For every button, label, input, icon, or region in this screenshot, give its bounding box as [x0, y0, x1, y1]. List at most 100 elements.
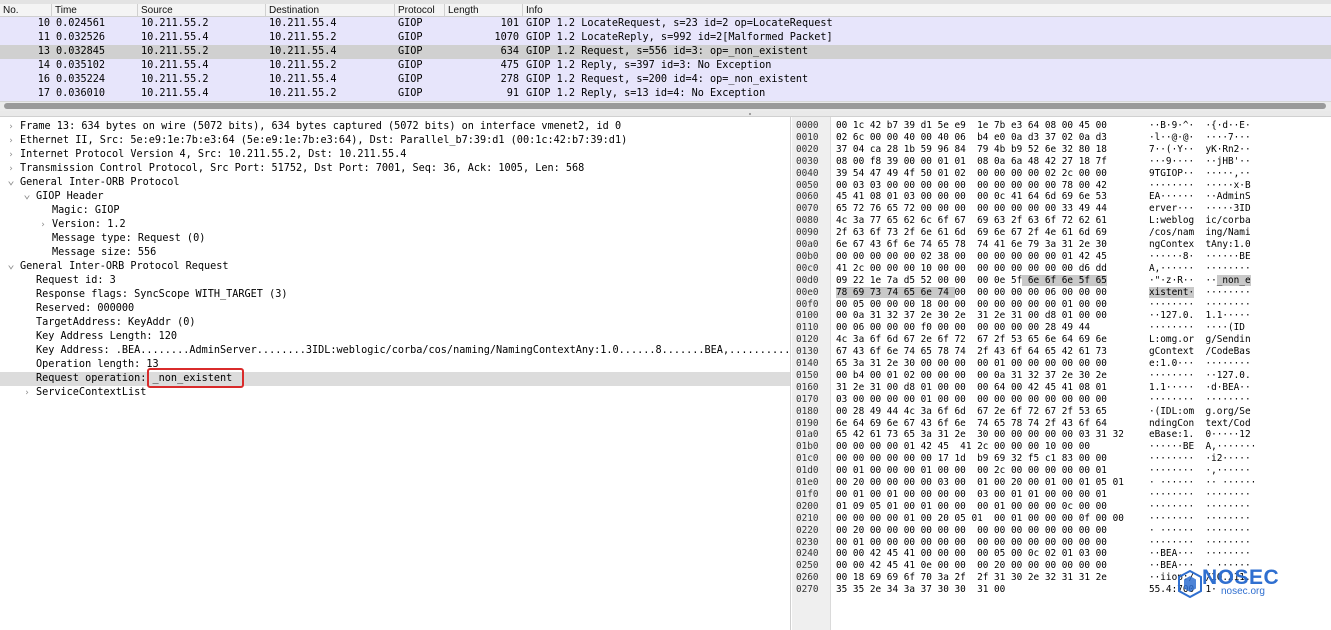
detail-text: Magic: GIOP — [52, 205, 120, 216]
hex-row[interactable]: 00b0 00 00 00 00 00 02 38 00 00 00 00 00 … — [792, 251, 1331, 263]
hex-row[interactable]: 00c0 41 2c 00 00 00 10 00 00 00 00 00 00 … — [792, 263, 1331, 275]
column-header-protocol[interactable]: Protocol — [395, 4, 445, 17]
column-header-time[interactable]: Time — [52, 4, 138, 17]
hex-bytes: 37 04 ca 28 1b 59 96 84 79 4b b9 52 6e 3… — [836, 143, 1107, 155]
detail-row[interactable]: › Transmission Control Protocol, Src Port… — [0, 162, 790, 176]
expanded-chevron-icon[interactable]: ⌄ — [22, 190, 32, 204]
hex-row[interactable]: 0230 00 01 00 00 00 00 00 00 00 00 00 00 … — [792, 537, 1331, 549]
hex-row[interactable]: 0090 2f 63 6f 73 2f 6e 61 6d 69 6e 67 2f … — [792, 227, 1331, 239]
hex-row[interactable]: 0150 00 b4 00 01 02 00 00 00 00 0a 31 32 … — [792, 370, 1331, 382]
detail-row[interactable]: Operation length: 13 — [0, 358, 790, 372]
packet-list-pane[interactable]: No. Time Source Destination Protocol Len… — [0, 0, 1331, 111]
hex-row[interactable]: 0160 31 2e 31 00 d8 01 00 00 00 64 00 42 … — [792, 382, 1331, 394]
hex-offset: 01c0 — [796, 453, 819, 465]
detail-row[interactable]: Reserved: 000000 — [0, 302, 790, 316]
detail-row[interactable]: › Frame 13: 634 bytes on wire (5072 bits)… — [0, 120, 790, 134]
hex-row[interactable]: 0190 6e 64 69 6e 67 43 6f 6e 74 65 78 74 … — [792, 418, 1331, 430]
detail-row[interactable]: Key Address Length: 120 — [0, 330, 790, 344]
detail-row-request-operation[interactable]: Request operation: _non_existent — [0, 372, 790, 386]
hex-row[interactable]: 01b0 00 00 00 00 01 42 45 41 2c 00 00 00 … — [792, 441, 1331, 453]
detail-row[interactable]: › ServiceContextList — [0, 386, 790, 400]
column-header-length[interactable]: Length — [445, 4, 523, 17]
hex-row[interactable]: 0170 03 00 00 00 00 01 00 00 00 00 00 00 … — [792, 394, 1331, 406]
hex-row[interactable]: 01f0 00 01 00 01 00 00 00 00 03 00 01 01 … — [792, 489, 1331, 501]
hex-row[interactable]: 0000 00 1c 42 b7 39 d1 5e e9 1e 7b e3 64 … — [792, 120, 1331, 132]
hex-row[interactable]: 0140 65 3a 31 2e 30 00 00 00 00 01 00 00 … — [792, 358, 1331, 370]
hex-row[interactable]: 0050 00 03 03 00 00 00 00 00 00 00 00 00 … — [792, 180, 1331, 192]
packet-bytes-pane[interactable]: 0000 00 1c 42 b7 39 d1 5e e9 1e 7b e3 64 … — [792, 117, 1331, 630]
detail-row[interactable]: › Ethernet II, Src: 5e:e9:1e:7b:e3:64 (5e… — [0, 134, 790, 148]
collapsed-chevron-icon[interactable]: › — [38, 218, 48, 232]
detail-row[interactable]: Magic: GIOP — [0, 204, 790, 218]
column-header-destination[interactable]: Destination — [266, 4, 395, 17]
hex-bytes: 6e 64 69 6e 67 43 6f 6e 74 65 78 74 2f 4… — [836, 417, 1107, 429]
hex-row[interactable]: 00a0 6e 67 43 6f 6e 74 65 78 74 41 6e 79 … — [792, 239, 1331, 251]
detail-row[interactable]: Response flags: SyncScope WITH_TARGET (3… — [0, 288, 790, 302]
detail-row[interactable]: Key Address: .BEA........AdminServer....… — [0, 344, 790, 358]
expanded-chevron-icon[interactable]: ⌄ — [6, 260, 16, 274]
hex-row[interactable]: 0080 4c 3a 77 65 62 6c 6f 67 69 63 2f 63 … — [792, 215, 1331, 227]
collapsed-chevron-icon[interactable]: › — [6, 162, 16, 176]
hex-row[interactable]: 0020 37 04 ca 28 1b 59 96 84 79 4b b9 52 … — [792, 144, 1331, 156]
detail-row[interactable]: Message type: Request (0) — [0, 232, 790, 246]
watermark-url: nosec.org — [1221, 586, 1265, 597]
hex-row[interactable]: 0120 4c 3a 6f 6d 67 2e 6f 72 67 2f 53 65 … — [792, 334, 1331, 346]
hex-row[interactable]: 0110 00 06 00 00 00 f0 00 00 00 00 00 00 … — [792, 322, 1331, 334]
hex-row[interactable]: 0030 08 00 f8 39 00 00 01 01 08 0a 6a 48 … — [792, 156, 1331, 168]
hex-offset: 0030 — [796, 155, 819, 167]
packet-row[interactable]: 17 0.036010 10.211.55.4 10.211.55.2 GIOP 91 GI… — [0, 87, 1331, 101]
hex-row[interactable]: 0180 00 28 49 44 4c 3a 6f 6d 67 2e 6f 72 … — [792, 406, 1331, 418]
column-header-info[interactable]: Info — [523, 4, 1331, 17]
hex-ascii: ········ ········ — [1149, 488, 1251, 500]
packet-row[interactable]: 11 0.032526 10.211.55.4 10.211.55.2 GIOP 1070… — [0, 31, 1331, 45]
collapsed-chevron-icon[interactable]: › — [6, 134, 16, 148]
hex-bytes: 00 00 42 45 41 0e 00 00 00 20 00 00 00 0… — [836, 560, 1107, 572]
hex-row[interactable]: 01c0 00 00 00 00 00 00 17 1d b9 69 32 f5 … — [792, 453, 1331, 465]
hex-offset: 0210 — [796, 512, 819, 524]
packet-cell-no: 13 — [37, 46, 50, 57]
detail-row[interactable]: TargetAddress: KeyAddr (0) — [0, 316, 790, 330]
hex-offset: 0240 — [796, 548, 819, 560]
hex-offset: 0260 — [796, 572, 819, 584]
hex-row[interactable]: 0220 00 20 00 00 00 00 00 00 00 00 00 00 … — [792, 525, 1331, 537]
expanded-chevron-icon[interactable]: ⌄ — [6, 176, 16, 190]
hex-row[interactable]: 0130 67 43 6f 6e 74 65 78 74 2f 43 6f 64 … — [792, 346, 1331, 358]
hex-row[interactable]: 00e0 78 69 73 74 65 6e 74 00 00 00 00 00 … — [792, 286, 1331, 299]
hex-row[interactable]: 0040 39 54 47 49 4f 50 01 02 00 00 00 00 … — [792, 168, 1331, 180]
detail-row[interactable]: Message size: 556 — [0, 246, 790, 260]
detail-row[interactable]: › Version: 1.2 — [0, 218, 790, 232]
packet-row[interactable]: 14 0.035102 10.211.55.4 10.211.55.2 GIOP 475 G… — [0, 59, 1331, 73]
splitter-grip-icon[interactable] — [747, 112, 753, 116]
detail-row[interactable]: ⌄ General Inter-ORB Protocol — [0, 176, 790, 190]
hex-row[interactable]: 00d0 09 22 1e 7a d5 52 00 00 00 0e 5f 6e … — [792, 274, 1331, 287]
hex-bytes: 4c 3a 77 65 62 6c 6f 67 69 63 2f 63 6f 7… — [836, 215, 1107, 227]
packet-list-scroll-thumb[interactable] — [4, 103, 1326, 109]
detail-text: Response flags: SyncScope WITH_TARGET (3… — [36, 289, 288, 300]
hex-row[interactable]: 01e0 00 20 00 00 00 00 03 00 01 00 20 00 … — [792, 477, 1331, 489]
packet-cell-time: 0.035102 — [56, 60, 106, 71]
column-header-source[interactable]: Source — [138, 4, 266, 17]
packet-row[interactable]: 16 0.035224 10.211.55.2 10.211.55.4 GIOP 278 G… — [0, 73, 1331, 87]
hex-row[interactable]: 0240 00 00 42 45 41 00 00 00 00 05 00 0c … — [792, 548, 1331, 560]
hex-bytes: 00 03 03 00 00 00 00 00 00 00 00 00 00 7… — [836, 179, 1107, 191]
hex-row[interactable]: 0100 00 0a 31 32 37 2e 30 2e 31 2e 31 00 … — [792, 310, 1331, 322]
hex-row[interactable]: 0210 00 00 00 00 01 00 20 05 01 00 01 00 … — [792, 513, 1331, 525]
packet-row[interactable]: 10 0.024561 10.211.55.2 10.211.55.4 GIOP 101 G… — [0, 17, 1331, 31]
detail-row[interactable]: ⌄ GIOP Header — [0, 190, 790, 204]
hex-row[interactable]: 00f0 00 05 00 00 00 18 00 00 00 00 00 00 … — [792, 299, 1331, 311]
collapsed-chevron-icon[interactable]: › — [6, 120, 16, 134]
hex-row[interactable]: 0010 02 6c 00 00 40 00 40 06 b4 e0 0a d3 … — [792, 132, 1331, 144]
hex-row[interactable]: 0060 45 41 08 01 03 00 00 00 00 0c 41 64 … — [792, 191, 1331, 203]
hex-row[interactable]: 0070 65 72 76 65 72 00 00 00 00 00 00 00 … — [792, 203, 1331, 215]
detail-row[interactable]: ⌄ General Inter-ORB Protocol Request — [0, 260, 790, 274]
collapsed-chevron-icon[interactable]: › — [22, 386, 32, 400]
packet-details-pane[interactable]: › Frame 13: 634 bytes on wire (5072 bits)… — [0, 117, 791, 630]
hex-row[interactable]: 01d0 00 01 00 00 00 01 00 00 00 2c 00 00 … — [792, 465, 1331, 477]
detail-row[interactable]: Request id: 3 — [0, 274, 790, 288]
collapsed-chevron-icon[interactable]: › — [6, 148, 16, 162]
hex-row[interactable]: 01a0 65 42 61 73 65 3a 31 2e 30 00 00 00 … — [792, 429, 1331, 441]
detail-row[interactable]: › Internet Protocol Version 4, Src: 10.21… — [0, 148, 790, 162]
hex-row[interactable]: 0200 01 09 05 01 00 01 00 00 00 01 00 00 … — [792, 501, 1331, 513]
packet-row[interactable]: 13 0.032845 10.211.55.2 10.211.55.4 GIOP 634 G… — [0, 45, 1331, 59]
column-header-no[interactable]: No. — [0, 4, 52, 17]
